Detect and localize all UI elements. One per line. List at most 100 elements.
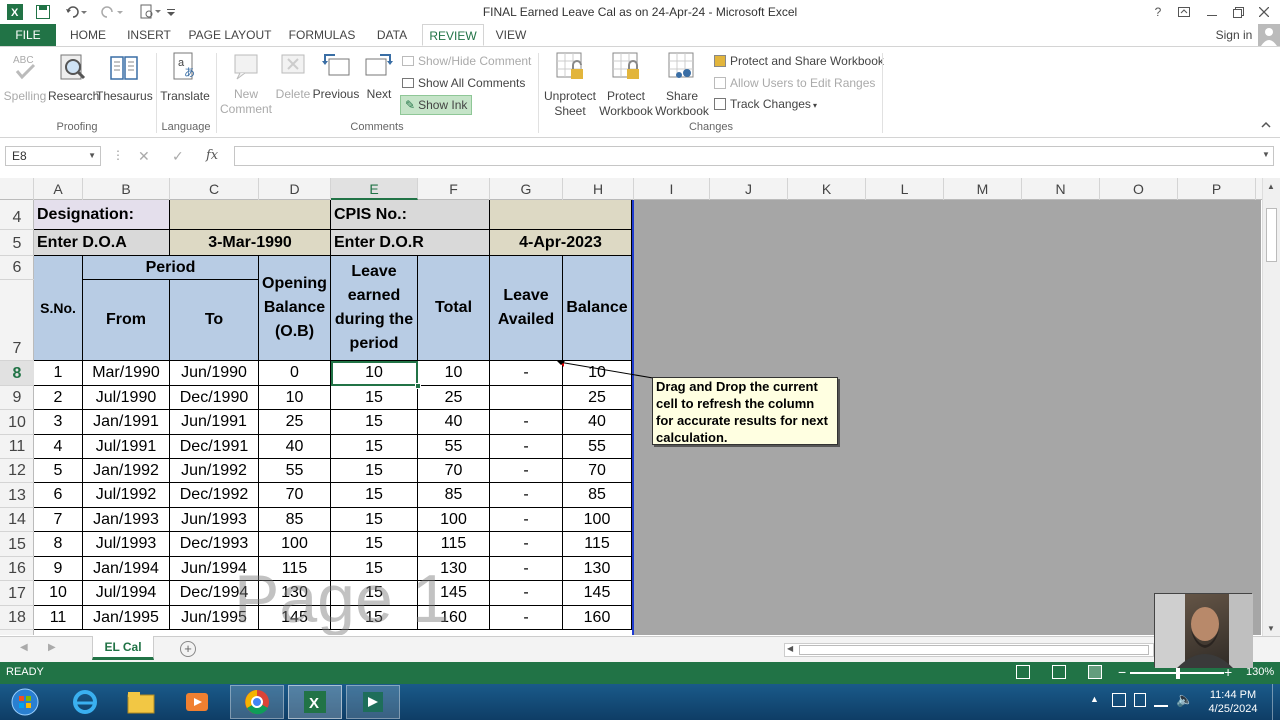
media-player-icon[interactable] <box>170 685 224 719</box>
scroll-down-icon[interactable]: ▼ <box>1267 624 1275 633</box>
opening-balance-cell[interactable]: 100 <box>259 532 331 557</box>
protect-workbook-button[interactable]: Protect Workbook <box>598 51 654 119</box>
excel-taskbar-icon[interactable]: X <box>288 685 342 719</box>
balance-cell[interactable]: 40 <box>563 410 632 435</box>
show-hide-comment-button[interactable]: Show/Hide Comment <box>402 52 531 70</box>
to-header[interactable]: To <box>170 280 259 361</box>
spelling-button[interactable]: ABC Spelling <box>2 51 48 104</box>
leave-availed-cell[interactable]: - <box>490 459 563 483</box>
leave-availed-cell[interactable]: - <box>490 532 563 557</box>
research-button[interactable]: Research <box>48 51 99 104</box>
track-changes-button[interactable]: Track Changes ▾ <box>714 95 817 113</box>
leave-earned-cell[interactable]: 15 <box>331 508 418 532</box>
opening-balance-cell[interactable]: 55 <box>259 459 331 483</box>
tab-page-layout[interactable]: PAGE LAYOUT <box>186 24 274 46</box>
cell-comment-box[interactable]: Drag and Drop the current cell to refres… <box>652 377 838 445</box>
tab-review[interactable]: REVIEW <box>422 24 484 46</box>
balance-cell[interactable]: 55 <box>563 435 632 459</box>
prev-sheet-icon[interactable]: ◀ <box>20 642 28 653</box>
sno-cell[interactable]: 9 <box>34 557 83 581</box>
horizontal-scrollbar[interactable]: ◀ <box>784 643 1154 657</box>
from-cell[interactable]: Jul/1993 <box>83 532 170 557</box>
vertical-scroll-thumb[interactable] <box>1266 208 1277 262</box>
sno-cell[interactable]: 3 <box>34 410 83 435</box>
file-explorer-icon[interactable] <box>114 685 168 719</box>
from-cell[interactable]: Jul/1990 <box>83 386 170 410</box>
column-header[interactable]: B <box>83 178 170 200</box>
opening-balance-cell[interactable]: 0 <box>259 361 331 386</box>
dor-value[interactable]: 4-Apr-2023 <box>490 230 632 256</box>
row-header[interactable]: 17 <box>0 581 34 606</box>
from-cell[interactable]: Jul/1994 <box>83 581 170 606</box>
leave-availed-cell[interactable]: - <box>490 483 563 508</box>
from-cell[interactable]: Jan/1991 <box>83 410 170 435</box>
page-break-preview-icon[interactable] <box>1088 665 1102 679</box>
add-sheet-icon[interactable]: + <box>180 641 196 657</box>
to-cell[interactable]: Jun/1990 <box>170 361 259 386</box>
leave-availed-cell[interactable] <box>490 386 563 410</box>
balance-cell[interactable]: 115 <box>563 532 632 557</box>
column-header[interactable]: K <box>788 178 866 200</box>
leave-availed-cell[interactable]: - <box>490 435 563 459</box>
leave-earned-header[interactable]: Leave earned during the period <box>331 256 418 361</box>
leave-earned-cell[interactable]: 15 <box>331 459 418 483</box>
from-cell[interactable]: Jul/1992 <box>83 483 170 508</box>
total-cell[interactable]: 85 <box>418 483 490 508</box>
balance-cell[interactable]: 85 <box>563 483 632 508</box>
show-ink-button[interactable]: ✎ Show Ink <box>400 95 473 115</box>
designation-label[interactable]: Designation: <box>34 200 170 230</box>
leave-availed-cell[interactable]: - <box>490 606 563 630</box>
zoom-slider-thumb[interactable] <box>1176 667 1180 679</box>
total-cell[interactable]: 55 <box>418 435 490 459</box>
column-header[interactable]: I <box>634 178 710 200</box>
balance-cell[interactable]: 70 <box>563 459 632 483</box>
to-cell[interactable]: Dec/1993 <box>170 532 259 557</box>
balance-cell[interactable]: 25 <box>563 386 632 410</box>
column-header[interactable]: O <box>1100 178 1178 200</box>
row-header[interactable]: 9 <box>0 386 34 410</box>
tab-data[interactable]: DATA <box>368 24 416 46</box>
period-header[interactable]: Period <box>83 256 259 280</box>
show-hidden-icons[interactable]: ▲ <box>1090 694 1099 704</box>
action-center-icon[interactable] <box>1112 693 1126 707</box>
cpis-value-cell[interactable] <box>490 200 632 230</box>
leave-earned-cell[interactable]: 10 <box>331 361 418 386</box>
leave-availed-cell[interactable]: - <box>490 508 563 532</box>
sno-cell[interactable]: 11 <box>34 606 83 630</box>
restore-icon[interactable] <box>1224 3 1252 21</box>
to-cell[interactable]: Dec/1990 <box>170 386 259 410</box>
sno-cell[interactable]: 5 <box>34 459 83 483</box>
close-icon[interactable] <box>1250 3 1278 21</box>
row-header[interactable]: 4 <box>0 200 34 230</box>
avatar[interactable] <box>1258 24 1280 46</box>
opening-balance-cell[interactable]: 40 <box>259 435 331 459</box>
tab-home[interactable]: HOME <box>62 24 114 46</box>
translate-button[interactable]: aあ Translate <box>160 51 210 104</box>
delete-comment-button[interactable]: Delete <box>272 51 314 102</box>
power-icon[interactable] <box>1134 693 1146 707</box>
total-cell[interactable]: 40 <box>418 410 490 435</box>
row-header[interactable]: 13 <box>0 483 34 508</box>
column-header[interactable]: C <box>170 178 259 200</box>
from-cell[interactable]: Jan/1992 <box>83 459 170 483</box>
doa-label[interactable]: Enter D.O.A <box>34 230 170 256</box>
column-header[interactable]: A <box>34 178 83 200</box>
from-cell[interactable]: Jan/1995 <box>83 606 170 630</box>
tab-insert[interactable]: INSERT <box>122 24 176 46</box>
leave-earned-cell[interactable]: 15 <box>331 483 418 508</box>
share-workbook-button[interactable]: Share Workbook <box>654 51 710 119</box>
previous-comment-button[interactable]: Previous <box>312 51 360 102</box>
leave-availed-header[interactable]: Leave Availed <box>490 256 563 361</box>
column-header[interactable]: E <box>331 178 418 200</box>
total-cell[interactable]: 100 <box>418 508 490 532</box>
opening-balance-cell[interactable]: 70 <box>259 483 331 508</box>
vertical-scrollbar[interactable]: ▲ ▼ <box>1262 178 1280 636</box>
cpis-label[interactable]: CPIS No.: <box>331 200 490 230</box>
sno-cell[interactable]: 1 <box>34 361 83 386</box>
unprotect-sheet-button[interactable]: Unprotect Sheet <box>542 51 598 119</box>
total-cell[interactable]: 70 <box>418 459 490 483</box>
row-header[interactable]: 16 <box>0 557 34 581</box>
ribbon-display-options-icon[interactable] <box>1170 3 1198 21</box>
row-header[interactable]: 6 <box>0 256 34 280</box>
minimize-icon[interactable] <box>1198 3 1226 21</box>
